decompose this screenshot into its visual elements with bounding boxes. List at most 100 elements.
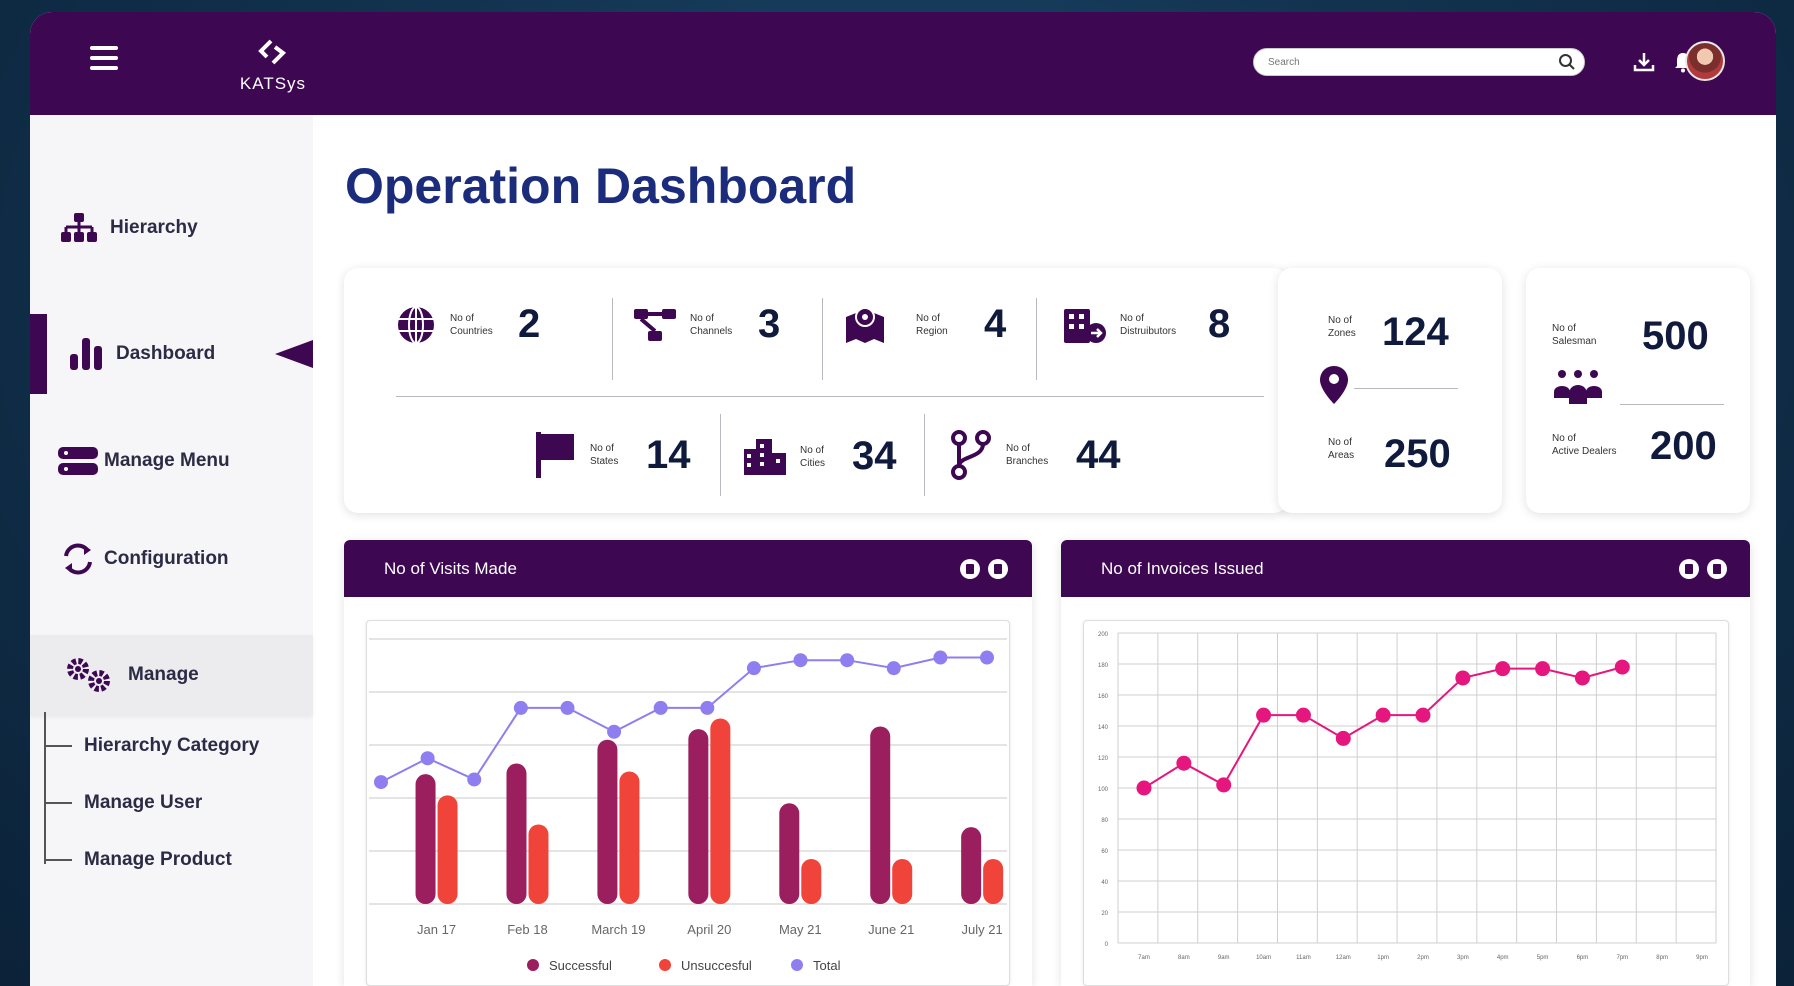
building-arrow-icon [1064, 308, 1106, 343]
channels-icon [634, 308, 676, 341]
tree-branch [44, 745, 72, 747]
x-tick-label: 9am [1218, 955, 1230, 961]
panel-title: No of Invoices Issued [1101, 558, 1264, 578]
y-tick-label: 100 [1098, 787, 1109, 793]
stat-label: No of [1006, 443, 1030, 454]
stat-countries: No of Countries 2 [396, 302, 540, 347]
sidebar-item-configuration[interactable]: Configuration [30, 519, 313, 599]
stat-label: No of [690, 312, 714, 324]
divider [1620, 404, 1724, 405]
tree-branch [44, 859, 72, 861]
stat-label: Zones [1328, 328, 1356, 339]
x-tick-label: 3pm [1457, 955, 1469, 961]
stat-value: 4 [984, 302, 1007, 346]
y-tick-label: 180 [1098, 663, 1109, 669]
hierarchy-icon [60, 213, 98, 243]
bar-successful [506, 763, 527, 904]
invoices-chart-box: 0 20 40 60 80 100 120 140 160 180 200 7am 8am 9am 10am… [1083, 620, 1729, 986]
stat-value-dealers: 200 [1650, 424, 1717, 468]
divider [396, 396, 1264, 397]
panel-title: No of Visits Made [384, 558, 517, 578]
submenu-item-hierarchy-category[interactable]: Hierarchy Category [44, 735, 259, 757]
salesman-dealers-card: No of Salesman 500 No of Active Dealers … [1526, 268, 1750, 513]
search-icon[interactable] [1558, 53, 1576, 71]
x-tick-label: 7am [1138, 955, 1150, 961]
x-tick-label: 4pm [1497, 955, 1509, 961]
line-total [380, 656, 987, 783]
x-tick-label: 11am [1296, 955, 1311, 961]
legend-label: Successful [549, 958, 612, 973]
point-total [513, 700, 528, 715]
point-total [607, 724, 622, 739]
point-total [840, 653, 855, 668]
stat-label: No of [450, 312, 474, 324]
tree-branch [44, 802, 72, 804]
y-tick-label: 20 [1101, 911, 1108, 917]
stat-distributors: No of Distruibutors 8 [1064, 302, 1230, 347]
user-avatar[interactable] [1685, 41, 1725, 81]
x-tick-label: 8am [1178, 955, 1190, 961]
x-tick-label: May 21 [779, 922, 822, 937]
export-file-icon[interactable] [1707, 559, 1727, 579]
bar-successful [870, 726, 891, 904]
submenu-item-manage-product[interactable]: Manage Product [44, 849, 232, 871]
visits-chart-box: Jan 17 Feb 18 March 19 April 20 May 21 June 2… [366, 620, 1010, 986]
stat-value: 14 [646, 432, 691, 477]
bar-successful [779, 803, 800, 904]
stat-branches: No of Branches 44 [950, 430, 1121, 480]
y-tick-label: 200 [1098, 632, 1109, 638]
x-tick-label: March 19 [591, 922, 645, 937]
sidebar-item-manage-menu[interactable]: Manage Menu [30, 421, 313, 501]
bar-unsuccessful [710, 718, 731, 904]
y-tick-label: 80 [1101, 818, 1108, 824]
hamburger-menu-icon[interactable] [90, 46, 118, 70]
search-input[interactable] [1254, 49, 1534, 75]
visits-chart: Jan 17 Feb 18 March 19 April 20 May 21 June 2… [369, 638, 1007, 973]
sidebar-item-hierarchy[interactable]: Hierarchy [30, 188, 313, 268]
bar-successful [597, 739, 618, 904]
export-pdf-icon[interactable] [960, 559, 980, 579]
stat-label-group: No of Areas [1328, 436, 1354, 462]
point-total [700, 700, 715, 715]
stat-label: Branches [1006, 456, 1049, 467]
refresh-icon [60, 542, 96, 576]
export-pdf-icon[interactable] [1679, 559, 1699, 579]
branch-icon [951, 430, 991, 480]
top-bar: KATSys [30, 12, 1776, 115]
export-file-icon[interactable] [988, 559, 1008, 579]
point-invoices [1574, 670, 1590, 686]
x-tick-label: 10am [1256, 955, 1271, 961]
stat-value: 3 [758, 302, 781, 346]
map-icon [846, 306, 884, 343]
submenu-item-manage-user[interactable]: Manage User [44, 792, 202, 814]
point-total [886, 661, 901, 676]
sidebar-item-dashboard[interactable]: Dashboard [30, 314, 313, 394]
point-total [980, 650, 994, 665]
divider [822, 298, 823, 380]
bar-unsuccessful [528, 824, 549, 904]
stat-label: No of [916, 312, 940, 324]
point-total [420, 751, 435, 766]
x-tick-label: July 21 [962, 922, 1003, 937]
bar-unsuccessful [619, 771, 640, 904]
stat-label-group: No of Salesman [1552, 322, 1596, 348]
x-tick-label: Feb 18 [507, 922, 547, 937]
legend-label: Total [813, 958, 841, 973]
stat-label: No of [1328, 437, 1352, 448]
x-tick-label: 8pm [1656, 955, 1668, 961]
stat-label: Salesman [1552, 336, 1597, 347]
stat-channels: No of Channels 3 [634, 302, 780, 347]
stats-card: No of Countries 2 No of Channels 3 No of Re… [344, 268, 1288, 513]
sidebar-item-manage[interactable]: Manage [30, 635, 313, 715]
divider [1354, 388, 1458, 389]
y-tick-label: 140 [1098, 725, 1109, 731]
stat-states: No of States 14 [534, 430, 691, 480]
divider [1036, 298, 1037, 380]
x-tick-label: June 21 [868, 922, 914, 937]
stat-value-areas: 250 [1384, 432, 1451, 476]
download-icon[interactable] [1632, 50, 1656, 74]
bar-successful [688, 729, 709, 904]
point-total [374, 775, 388, 790]
sidebar-item-label: Configuration [104, 548, 229, 569]
bar-unsuccessful [801, 858, 822, 904]
